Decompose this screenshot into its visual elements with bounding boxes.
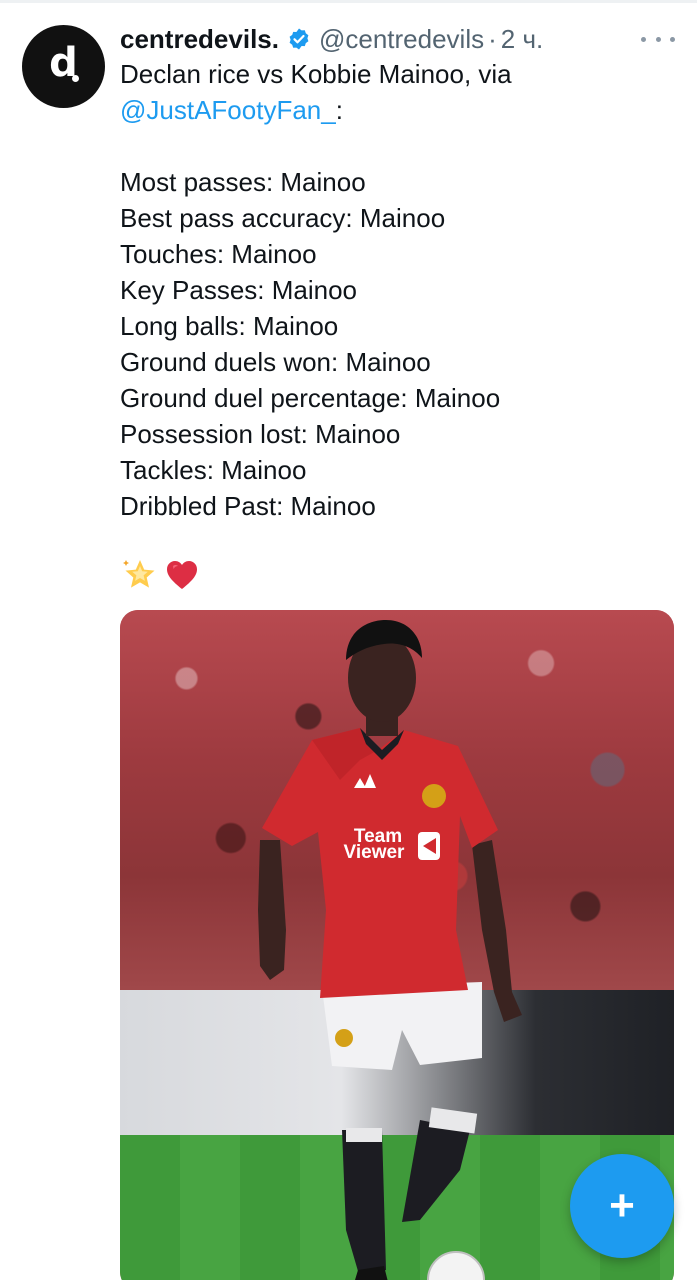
divider bbox=[0, 0, 697, 3]
more-options-icon[interactable] bbox=[641, 24, 675, 54]
text-line: Declan rice vs Kobbie Mainoo, via bbox=[120, 59, 512, 89]
display-name[interactable]: centredevils. bbox=[120, 24, 279, 55]
handle[interactable]: @centredevils bbox=[319, 24, 484, 55]
stat-line: Ground duels won: Mainoo bbox=[120, 347, 431, 377]
tweet-screen: d centredevils. @centredevils · 2 ч. Dec… bbox=[0, 0, 697, 1280]
timestamp[interactable]: 2 ч. bbox=[501, 24, 543, 55]
sponsor-text-line2: Viewer bbox=[344, 842, 406, 863]
stat-line: Tackles: Mainoo bbox=[120, 455, 307, 485]
mention-line: @JustAFootyFan_: bbox=[120, 92, 680, 128]
stat-line: Ground duel percentage: Mainoo bbox=[120, 383, 501, 413]
mention-link[interactable]: @JustAFootyFan_ bbox=[120, 95, 336, 125]
post-text: Declan rice vs Kobbie Mainoo, via @JustA… bbox=[120, 56, 680, 524]
plus-icon: + bbox=[609, 1181, 635, 1230]
stat-line: Possession lost: Mainoo bbox=[120, 419, 401, 449]
compose-button[interactable]: + bbox=[570, 1154, 674, 1258]
red-heart-icon bbox=[167, 561, 197, 589]
avatar[interactable]: d bbox=[22, 25, 105, 108]
stat-line: Most passes: Mainoo bbox=[120, 167, 366, 197]
verified-badge-icon bbox=[289, 28, 309, 50]
stat-line: Long balls: Mainoo bbox=[120, 311, 339, 341]
separator: · bbox=[488, 23, 497, 54]
stat-line: Touches: Mainoo bbox=[120, 239, 317, 269]
avatar-dot bbox=[72, 75, 79, 82]
stat-line: Best pass accuracy: Mainoo bbox=[120, 203, 446, 233]
emoji-row bbox=[122, 557, 200, 593]
stat-line: Key Passes: Mainoo bbox=[120, 275, 358, 305]
mention-suffix: : bbox=[335, 95, 343, 125]
stat-line: Dribbled Past: Mainoo bbox=[120, 491, 376, 521]
post-header: centredevils. @centredevils · 2 ч. bbox=[120, 22, 543, 56]
glowing-star-icon bbox=[123, 560, 155, 588]
